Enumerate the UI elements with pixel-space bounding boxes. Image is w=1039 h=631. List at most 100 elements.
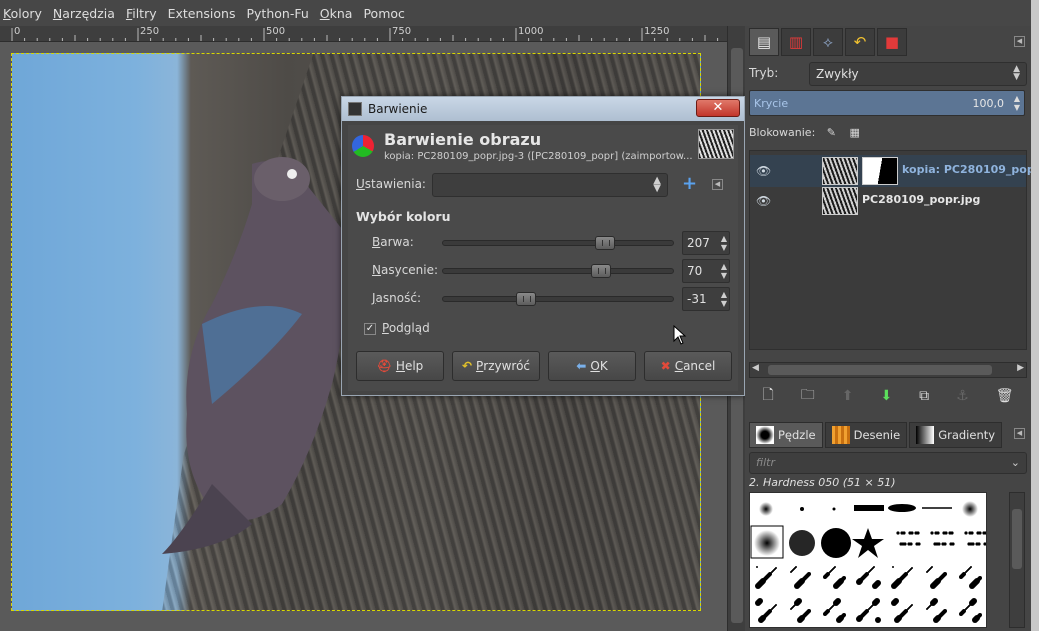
- settings-combo[interactable]: ▲ ▼: [432, 173, 668, 197]
- help-label-accel: H: [395, 359, 405, 373]
- tab-gradients[interactable]: Gradienty: [909, 422, 1003, 448]
- brush-filter-input[interactable]: filtr ⌄: [749, 452, 1027, 474]
- brush-previews[interactable]: [750, 493, 987, 628]
- visibility-eye-icon[interactable]: 👁: [756, 194, 771, 208]
- patterns-icon: [831, 426, 850, 444]
- anchor-layer-icon[interactable]: ⚓: [956, 388, 969, 404]
- brush-grid[interactable]: [749, 492, 987, 628]
- saturation-slider[interactable]: [442, 264, 674, 278]
- help-button[interactable]: ⛑ Help: [356, 351, 444, 381]
- lightness-label: Jasność:: [372, 291, 421, 305]
- hue-slider-handle[interactable]: [594, 236, 615, 250]
- layer-thumbnail: [822, 187, 858, 215]
- tab-stop[interactable]: ■: [877, 28, 907, 56]
- tab-undo[interactable]: ↶: [845, 28, 875, 56]
- right-dock: ▤ ▥ ⟡ ↶ ■ ◀ Tryb: Zwykły ▲ ▼ Krycie 100,0 ▲ ▼ …: [745, 26, 1039, 631]
- ok-button[interactable]: ⬅ O K: [548, 351, 636, 381]
- preview-checkbox[interactable]: ✓: [364, 322, 376, 335]
- delete-layer-icon[interactable]: 🗑: [996, 388, 1014, 404]
- lower-layer-icon[interactable]: ⬇: [880, 388, 892, 404]
- lightness-slider[interactable]: [442, 292, 674, 306]
- menu-item-4[interactable]: Python-Fu: [247, 6, 316, 21]
- tab-brushes[interactable]: Pędzle: [749, 422, 823, 448]
- mode-combo[interactable]: Zwykły ▲ ▼: [809, 62, 1027, 86]
- new-layer-icon[interactable]: 🗋: [762, 384, 773, 408]
- stop-icon: ■: [884, 33, 900, 51]
- brush-vscroll-thumb[interactable]: [1012, 509, 1022, 569]
- preview-toggle[interactable]: ✓ Podgląd: [364, 321, 430, 335]
- add-preset-button[interactable]: +: [682, 174, 697, 194]
- help-label: elp: [404, 359, 424, 373]
- undo-icon: ↶: [853, 33, 867, 51]
- cancel-label-accel: C: [674, 359, 684, 373]
- menu-item-2[interactable]: Filtry: [126, 6, 164, 21]
- scroll-right-icon[interactable]: ▶: [1017, 363, 1024, 373]
- chevron-down-icon[interactable]: ⌄: [1011, 456, 1020, 469]
- new-layer-group-icon[interactable]: 🗀: [801, 384, 815, 408]
- hue-slider-row: Barwa: 207 ▲ ▼: [372, 231, 730, 255]
- cancel-button[interactable]: ✖ Cancel: [644, 351, 732, 381]
- layers-hscroll-thumb[interactable]: [768, 365, 992, 375]
- lock-alpha-icon[interactable]: ▦: [850, 126, 860, 139]
- dock-top-strip: [745, 0, 1031, 26]
- tab-patterns[interactable]: Desenie: [824, 422, 908, 448]
- settings-row: Ustawienia: ▲ ▼ + ◀: [356, 173, 730, 197]
- raise-layer-icon[interactable]: ⬆: [842, 388, 854, 404]
- hue-slider[interactable]: [442, 236, 674, 250]
- lightness-spinbox[interactable]: -31 ▲ ▼: [682, 287, 730, 311]
- cancel-label: ancel: [683, 359, 716, 373]
- duplicate-layer-icon[interactable]: ⧉: [919, 388, 929, 404]
- ok-icon: ⬅: [576, 359, 587, 373]
- combo-arrows-icon: ▲ ▼: [653, 175, 661, 194]
- brush-tab-menu-icon[interactable]: ◀: [1014, 428, 1025, 439]
- opacity-spin-icon[interactable]: ▲ ▼: [1014, 94, 1020, 112]
- saturation-spinbox[interactable]: 70 ▲ ▼: [682, 259, 730, 283]
- reset-button[interactable]: ↶ Przywróć: [452, 351, 540, 381]
- preset-menu-icon[interactable]: ◀: [712, 179, 723, 190]
- menu-item-1[interactable]: Narzędzia: [53, 6, 122, 21]
- colorize-dialog: Barwienie ✕ Barwienie obrazu kopia: PC28…: [341, 96, 745, 396]
- ruler-label: 0: [14, 26, 21, 37]
- scroll-left-icon[interactable]: ◀: [752, 363, 759, 373]
- tab-paths[interactable]: ⟡: [813, 28, 843, 56]
- mode-row: Tryb: Zwykły ▲ ▼: [749, 62, 1027, 86]
- saturation-value: 70: [687, 264, 703, 278]
- menu-item-5[interactable]: Okna: [320, 6, 360, 21]
- layers-list: 👁 kopia: PC280109_popr 👁 PC280109_popr.jpg: [749, 150, 1039, 350]
- menu-item-0[interactable]: Kolory: [3, 6, 49, 21]
- ruler-label: 250: [140, 26, 160, 37]
- reset-icon: ↶: [461, 359, 473, 373]
- brush-vertical-scrollbar[interactable]: [1009, 492, 1025, 628]
- lock-pixels-icon[interactable]: ✎: [827, 126, 836, 139]
- layer-name[interactable]: kopia: PC280109_popr: [902, 163, 1039, 176]
- lightness-slider-handle[interactable]: [516, 292, 537, 306]
- spin-arrows-icon[interactable]: ▲ ▼: [721, 290, 727, 308]
- dialog-titlebar[interactable]: Barwienie: [342, 97, 744, 121]
- layer-row[interactable]: 👁 kopia: PC280109_popr: [750, 155, 1039, 187]
- layer-row[interactable]: 👁 PC280109_popr.jpg: [750, 185, 1026, 217]
- hue-label: Barwa:: [372, 235, 414, 249]
- dialog-close-button[interactable]: ✕: [696, 99, 740, 117]
- dock-tab-menu-icon[interactable]: ◀: [1014, 36, 1025, 47]
- layer-name[interactable]: PC280109_popr.jpg: [862, 193, 980, 206]
- mode-value: Zwykły: [816, 67, 859, 81]
- ruler-label: 1250: [644, 26, 670, 37]
- spin-arrows-icon[interactable]: ▲ ▼: [721, 234, 727, 252]
- ruler-label: 500: [266, 26, 286, 37]
- saturation-slider-handle[interactable]: [591, 264, 612, 278]
- opacity-value: 100,0: [972, 97, 1005, 110]
- spin-arrows-icon[interactable]: ▲ ▼: [721, 262, 727, 280]
- hue-spinbox[interactable]: 207 ▲ ▼: [682, 231, 730, 255]
- tab-layers[interactable]: ▤: [749, 28, 779, 56]
- dialog-buttons: ⛑ Help ↶ Przywróć ⬅ O K ✖ Cancel: [356, 351, 732, 381]
- opacity-slider[interactable]: Krycie 100,0 ▲ ▼: [749, 90, 1025, 116]
- layer-mask-thumbnail[interactable]: [862, 157, 898, 185]
- saturation-label: Nasycenie:: [372, 263, 439, 277]
- patterns-tab-label: Desenie: [853, 428, 901, 442]
- colorize-tool-icon: [352, 135, 374, 157]
- menu-item-6[interactable]: Pomoc: [363, 6, 411, 21]
- visibility-eye-icon[interactable]: 👁: [756, 164, 771, 178]
- tab-channels[interactable]: ▥: [781, 28, 811, 56]
- menu-item-3[interactable]: Extensions: [168, 6, 243, 21]
- layers-horizontal-scrollbar[interactable]: ◀ ▶: [749, 362, 1027, 378]
